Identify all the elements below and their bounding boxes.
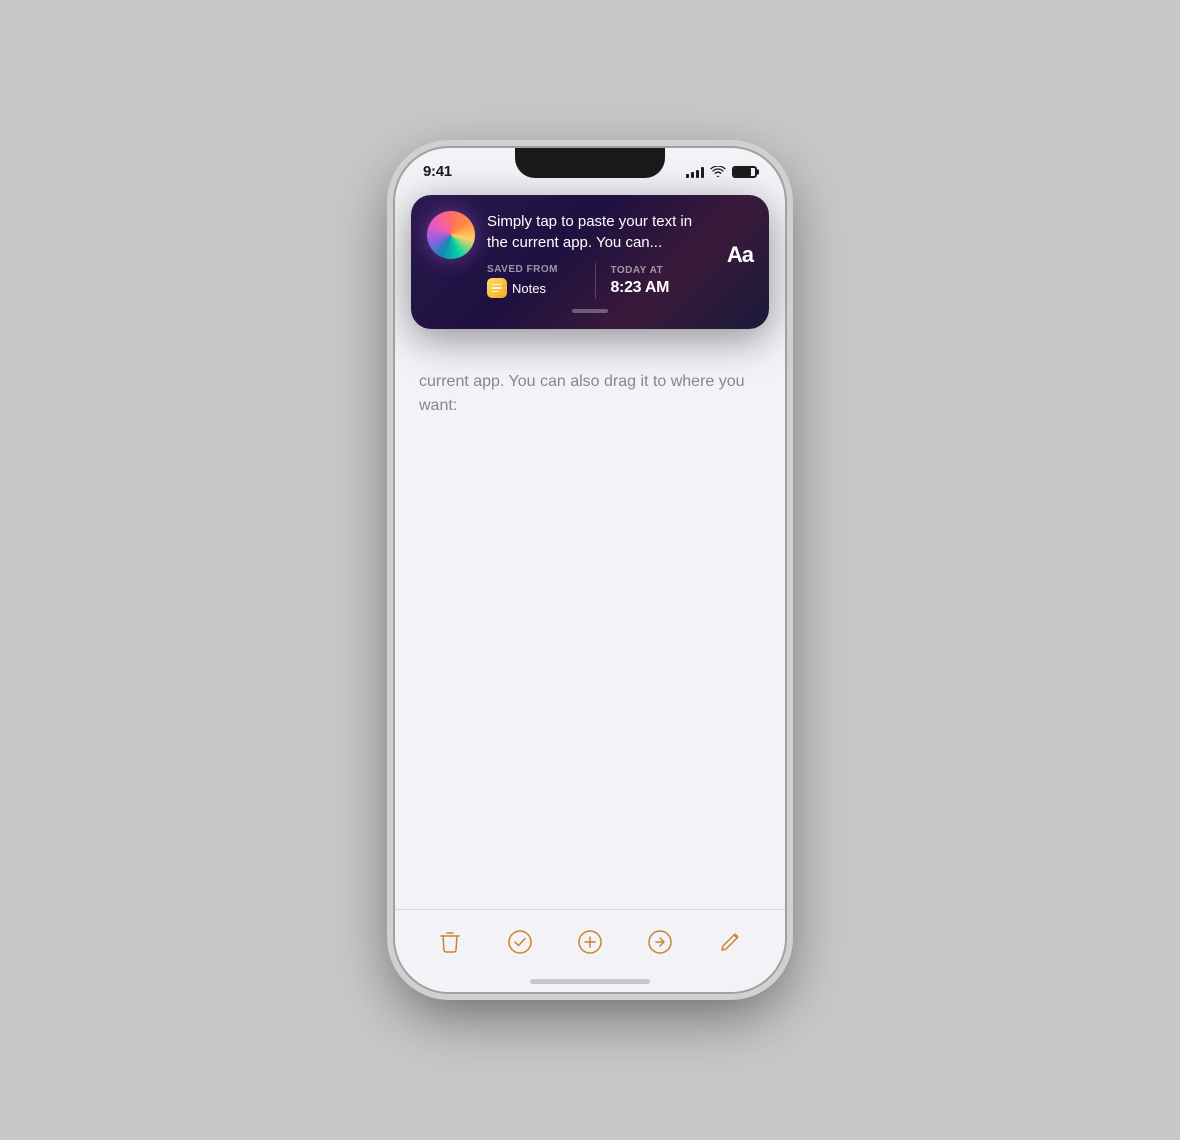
status-icons [686,166,757,178]
notes-app-icon [487,278,507,298]
check-button[interactable] [498,920,542,964]
siri-meta: SAVED FROM Notes [487,263,705,299]
siri-popup[interactable]: Simply tap to paste your text in the cur… [411,195,769,329]
status-time: 9:41 [423,163,452,180]
signal-bars-icon [686,166,704,178]
siri-main-text: Simply tap to paste your text in the cur… [487,211,705,253]
siri-popup-content: Simply tap to paste your text in the cur… [427,211,753,299]
siri-source: Notes [487,278,581,298]
add-button[interactable] [568,920,612,964]
saved-from-label: SAVED FROM [487,264,581,275]
siri-divider [595,263,596,299]
siri-saved-from: SAVED FROM Notes [487,264,581,298]
wifi-icon [710,166,726,178]
aa-button[interactable]: Aa [727,242,753,268]
compose-button[interactable] [708,920,752,964]
siri-time-value: 8:23 AM [610,279,704,297]
home-indicator [530,979,650,984]
popup-drag-handle [572,309,608,313]
siri-orb-icon [427,211,475,259]
battery-icon [732,166,757,178]
delete-button[interactable] [428,920,472,964]
phone-frame: 9:41 [395,148,785,992]
note-body-text: current app. You can also drag it to whe… [419,373,745,414]
siri-today-at: TODAY AT 8:23 AM [610,265,704,297]
source-app-label: Notes [512,281,546,296]
today-at-label: TODAY AT [610,265,704,276]
siri-text-content: Simply tap to paste your text in the cur… [487,211,705,299]
notch [515,148,665,178]
share-button[interactable] [638,920,682,964]
